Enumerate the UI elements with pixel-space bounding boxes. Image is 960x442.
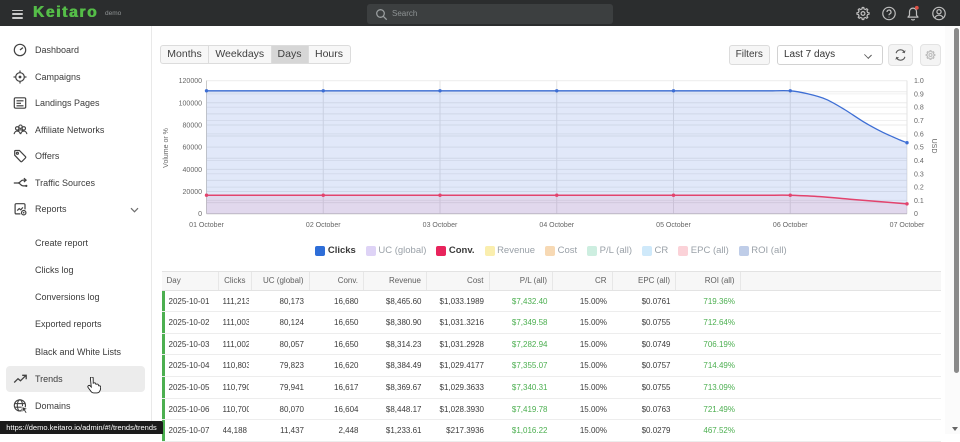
svg-text:60000: 60000 — [183, 145, 203, 152]
svg-text:20000: 20000 — [183, 189, 203, 196]
svg-text:0.1: 0.1 — [914, 198, 924, 205]
svg-text:0.9: 0.9 — [914, 91, 924, 98]
svg-text:0.3: 0.3 — [914, 171, 924, 178]
svg-text:03 October: 03 October — [423, 222, 458, 229]
svg-text:0.8: 0.8 — [914, 105, 924, 112]
svg-text:100000: 100000 — [179, 100, 202, 107]
svg-text:Volume or %: Volume or % — [163, 128, 170, 168]
svg-text:1.0: 1.0 — [914, 78, 924, 85]
svg-text:05 October: 05 October — [656, 222, 691, 229]
svg-text:120000: 120000 — [179, 78, 202, 85]
svg-text:0.4: 0.4 — [914, 158, 924, 165]
svg-text:0: 0 — [198, 211, 202, 218]
svg-text:06 October: 06 October — [773, 222, 808, 229]
svg-text:04 October: 04 October — [539, 222, 574, 229]
svg-text:02 October: 02 October — [306, 222, 341, 229]
svg-text:0: 0 — [914, 211, 918, 218]
svg-text:80000: 80000 — [183, 122, 203, 129]
svg-text:0.6: 0.6 — [914, 131, 924, 138]
svg-text:07 October: 07 October — [890, 222, 925, 229]
svg-text:01 October: 01 October — [189, 222, 224, 229]
svg-text:0.2: 0.2 — [914, 185, 924, 192]
svg-text:40000: 40000 — [183, 167, 203, 174]
svg-text:0.5: 0.5 — [914, 145, 924, 152]
svg-text:USD: USD — [930, 139, 937, 154]
svg-text:0.7: 0.7 — [914, 118, 924, 125]
